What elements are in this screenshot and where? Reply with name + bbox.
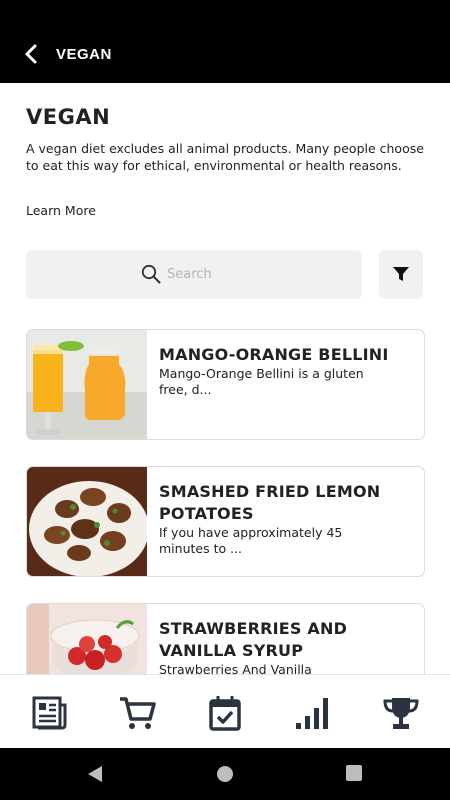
recipe-title: MANGO-ORANGE BELLINI <box>159 345 389 364</box>
recipe-image-lemon-potatoes <box>27 467 147 576</box>
filter-button[interactable] <box>379 250 423 299</box>
system-back-icon[interactable] <box>86 765 104 783</box>
back-arrow-icon[interactable] <box>20 42 44 66</box>
bottom-navigation <box>0 674 450 748</box>
filter-icon <box>393 267 409 281</box>
recipe-title: SMASHED FRIED LEMON POTATOES <box>159 482 381 523</box>
bar-chart-icon[interactable] <box>294 695 332 731</box>
search-input[interactable]: Search <box>26 250 362 299</box>
app-bar: VEGAN <box>0 0 450 83</box>
recipe-summary: If you have approximately 45 minutes to … <box>159 525 343 556</box>
app-bar-title: VEGAN <box>56 46 112 63</box>
recipe-summary: Strawberries And Vanilla <box>159 662 312 674</box>
trophy-icon[interactable] <box>382 695 420 731</box>
search-icon <box>141 264 161 284</box>
system-recents-icon[interactable] <box>346 765 362 781</box>
system-home-icon[interactable] <box>216 765 234 783</box>
recipe-image-strawberries <box>27 604 147 674</box>
recipe-summary: Mango-Orange Bellini is a gluten free, d… <box>159 366 364 397</box>
recipe-image-mango-bellini <box>27 330 147 439</box>
learn-more-link[interactable]: Learn More <box>26 203 96 218</box>
recipe-card[interactable]: MANGO-ORANGE BELLINI Mango-Orange Bellin… <box>26 329 425 440</box>
diet-description: A vegan diet excludes all animal product… <box>26 141 424 173</box>
system-navigation-bar <box>0 748 450 800</box>
recipe-card[interactable]: SMASHED FRIED LEMON POTATOES If you have… <box>26 466 425 577</box>
newspaper-icon[interactable] <box>30 695 68 731</box>
cart-icon[interactable] <box>118 695 156 731</box>
recipe-card[interactable]: STRAWBERRIES AND VANILLA SYRUP Strawberr… <box>26 603 425 674</box>
page-title: VEGAN <box>26 105 111 129</box>
search-placeholder: Search <box>167 267 212 282</box>
recipe-title: STRAWBERRIES AND VANILLA SYRUP <box>159 619 348 660</box>
main-content[interactable]: VEGAN A vegan diet excludes all animal p… <box>0 83 450 674</box>
calendar-check-icon[interactable] <box>206 695 244 731</box>
